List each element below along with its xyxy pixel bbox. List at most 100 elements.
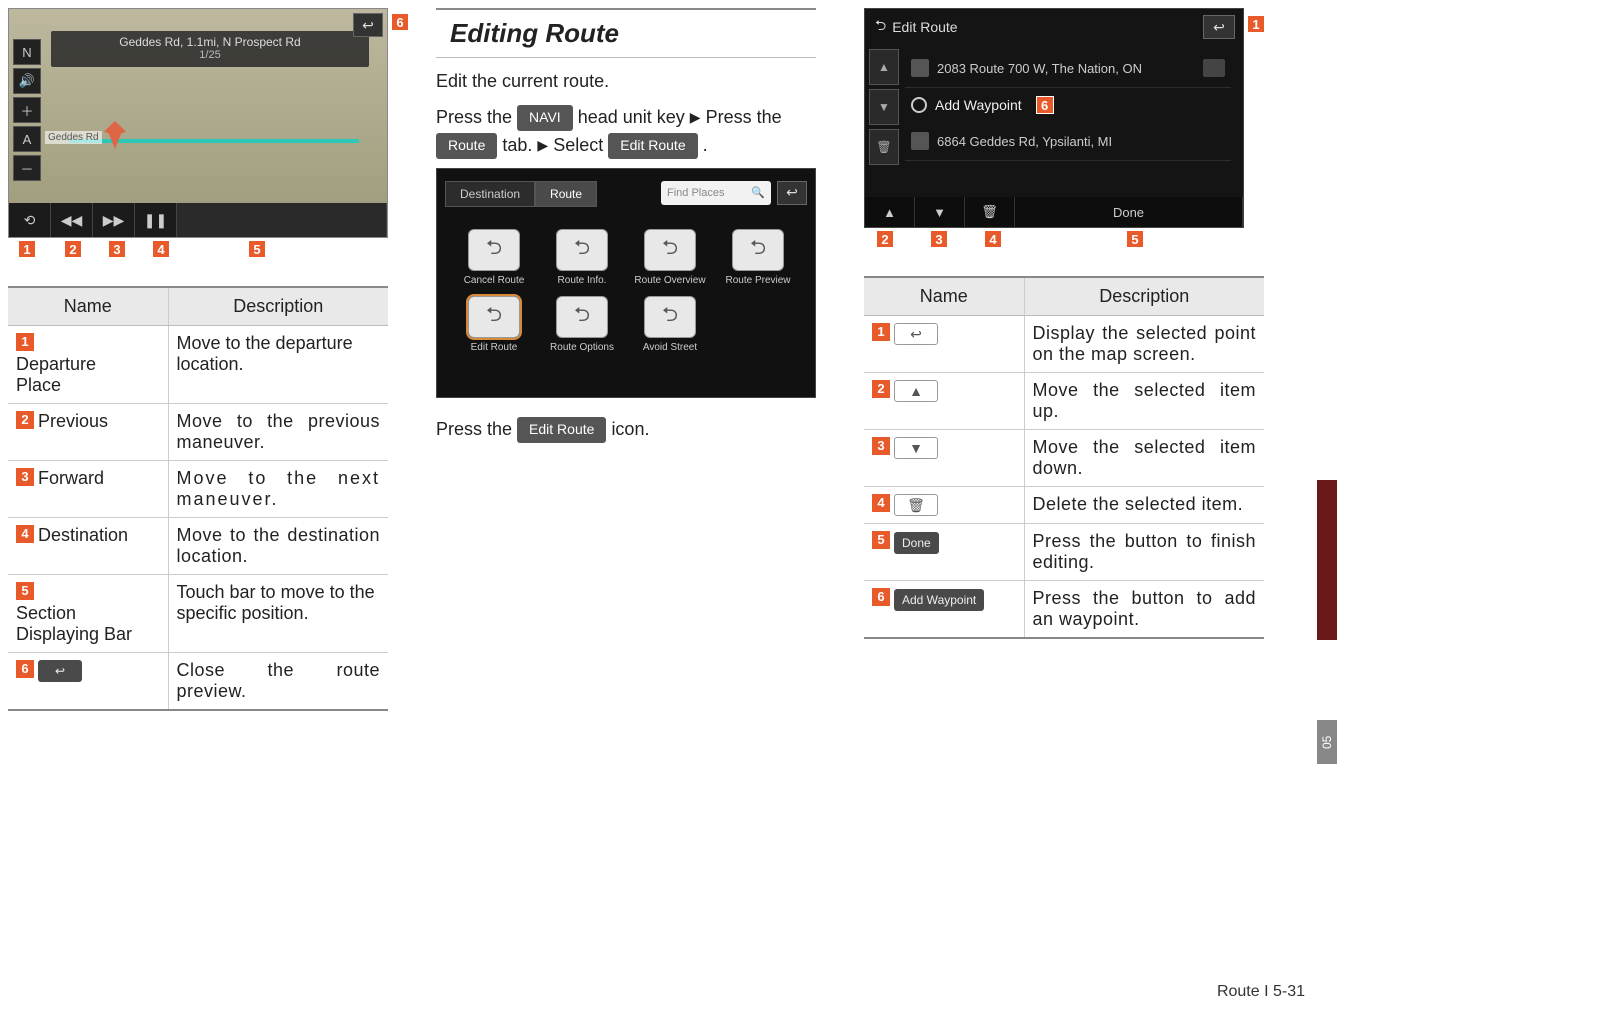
table-row: 1Departure Place Move to the departure l…: [8, 326, 388, 404]
route-info-item[interactable]: ⮌Route Info.: [545, 229, 619, 286]
table-row: 6Add Waypoint Press the button to add an…: [864, 581, 1264, 639]
avoid-street-item[interactable]: ⮌Avoid Street: [633, 296, 707, 353]
display-on-map-button[interactable]: ↩: [1203, 15, 1235, 39]
th-desc: Description: [1024, 277, 1264, 316]
flag-icon: [911, 132, 929, 150]
tab-destination[interactable]: Destination: [445, 181, 535, 207]
table-row: 5Section Displaying Bar Touch bar to mov…: [8, 575, 388, 653]
column-3: ⮌ Edit Route ↩ 1 ▲ ▼ 🗑 2083 Route 700 W,…: [864, 8, 1264, 711]
map-info-line1: Geddes Rd, 1.1mi, N Prospect Rd: [55, 35, 365, 49]
route-overview-item[interactable]: ⮌Route Overview: [633, 229, 707, 286]
map-info-banner: Geddes Rd, 1.1mi, N Prospect Rd 1/25: [51, 31, 369, 67]
auto-zoom-button[interactable]: A: [13, 126, 41, 152]
chapter-tab: [1317, 480, 1337, 640]
row-desc: Close the route preview.: [168, 653, 388, 711]
map-icon: [1203, 59, 1225, 77]
delete-bottom[interactable]: 🗑: [965, 197, 1015, 227]
row-name: Previous: [38, 411, 108, 432]
intro-text: Edit the current route.: [436, 68, 816, 96]
back-button[interactable]: ↩: [777, 181, 807, 205]
find-places-search[interactable]: Find Places 🔍: [661, 181, 771, 205]
table-row: 2▲ Move the selected item up.: [864, 373, 1264, 430]
route-options-grid: ⮌Cancel Route ⮌Route Info. ⮌Route Overvi…: [457, 229, 795, 353]
preview-controls-bar: ⟲ ◀◀ ▶▶ ❚❚: [9, 203, 387, 237]
table-row: 2Previous Move to the previous maneuver.: [8, 404, 388, 461]
edit-route-title-icon: ⮌: [875, 15, 886, 39]
edit-route-key: Edit Route: [608, 133, 697, 159]
add-waypoint-button[interactable]: Add Waypoint 6: [905, 88, 1231, 122]
down-arrow-icon: ▼: [894, 437, 938, 459]
callout-6: 6: [1036, 96, 1054, 114]
row-name: Section Displaying Bar: [16, 603, 146, 645]
row-badge: 6: [872, 588, 890, 606]
row-badge: 3: [16, 468, 34, 486]
return-icon: ↩: [894, 323, 938, 345]
compass-button[interactable]: N: [13, 39, 41, 65]
departure-button[interactable]: ⟲: [9, 203, 51, 237]
map-side-buttons: N 🔊 ＋ A －: [13, 39, 41, 181]
table-row: 4🗑 Delete the selected item.: [864, 487, 1264, 524]
move-down-bottom[interactable]: ▼: [915, 197, 965, 227]
destination-button[interactable]: ❚❚: [135, 203, 177, 237]
move-up-bottom[interactable]: ▲: [865, 197, 915, 227]
zoom-out-button[interactable]: －: [13, 155, 41, 181]
tab-route[interactable]: Route: [535, 181, 597, 207]
table-row: 4Destination Move to the destination loc…: [8, 518, 388, 575]
row-name: Destination: [38, 525, 128, 546]
road-label: Geddes Rd: [45, 131, 102, 144]
row-badge: 6: [16, 660, 34, 678]
row-name: Forward: [38, 468, 104, 489]
move-down-button[interactable]: ▼: [869, 89, 899, 125]
section-title: Editing Route: [436, 16, 816, 58]
th-desc: Description: [168, 287, 388, 326]
preview-controls-table: Name Description 1Departure Place Move t…: [8, 286, 388, 711]
cancel-route-item[interactable]: ⮌Cancel Route: [457, 229, 531, 286]
edit-route-screenshot: ⮌ Edit Route ↩ 1 ▲ ▼ 🗑 2083 Route 700 W,…: [864, 8, 1244, 228]
close-preview-button[interactable]: ↩: [353, 13, 383, 37]
edit-route-icon: ⮌: [468, 296, 520, 338]
row-badge: 3: [872, 437, 890, 455]
waypoint-row[interactable]: 2083 Route 700 W, The Nation, ON: [905, 49, 1231, 88]
delete-button[interactable]: 🗑: [869, 129, 899, 165]
section-displaying-bar[interactable]: [177, 203, 387, 237]
sound-button[interactable]: 🔊: [13, 68, 41, 94]
move-up-button[interactable]: ▲: [869, 49, 899, 85]
callout-3: 3: [930, 230, 948, 248]
previous-button[interactable]: ◀◀: [51, 203, 93, 237]
flag-icon: [911, 59, 929, 77]
page-footer: Route I 5-31: [1217, 983, 1305, 1001]
edit-route-item[interactable]: ⮌Edit Route: [457, 296, 531, 353]
zoom-in-button[interactable]: ＋: [13, 97, 41, 123]
plus-icon: [911, 97, 927, 113]
instruction-line: Press the NAVI head unit key ▶ Press the…: [436, 104, 816, 160]
row-desc: Press the button to finish editing.: [1024, 524, 1264, 581]
route-options-item[interactable]: ⮌Route Options: [545, 296, 619, 353]
edit-bottom-bar: ▲ ▼ 🗑 Done: [865, 197, 1243, 227]
route-preview-item[interactable]: ⮌Route Preview: [721, 229, 795, 286]
cancel-route-icon: ⮌: [468, 229, 520, 271]
waypoint-row[interactable]: 6864 Geddes Rd, Ypsilanti, MI: [905, 122, 1231, 161]
row-desc: Move to the destination location.: [168, 518, 388, 575]
table-row: 1↩ Display the selected point on the map…: [864, 316, 1264, 373]
callout-row-col1: 1 2 3 4 5: [8, 240, 388, 262]
row-desc: Move to the next maneuver.: [168, 461, 388, 518]
waypoint-list: 2083 Route 700 W, The Nation, ON Add Way…: [905, 49, 1231, 161]
return-icon: ↩: [38, 660, 82, 682]
section-title-wrap: Editing Route: [436, 8, 816, 58]
th-name: Name: [8, 287, 168, 326]
callout-row-col3: 2 3 4 5: [864, 230, 1264, 252]
table-row: 6↩ Close the route preview.: [8, 653, 388, 711]
trash-icon: 🗑: [894, 494, 938, 516]
forward-button[interactable]: ▶▶: [93, 203, 135, 237]
column-1: N 🔊 ＋ A － Geddes Rd, 1.1mi, N Prospect R…: [8, 8, 388, 711]
edit-side-buttons: ▲ ▼ 🗑: [869, 49, 899, 165]
row-desc: Move the selected item up.: [1024, 373, 1264, 430]
row-desc: Press the button to add an waypoint.: [1024, 581, 1264, 639]
row-badge: 1: [16, 333, 34, 351]
row-badge: 2: [16, 411, 34, 429]
press-edit-route-text: Press the Edit Route icon.: [436, 416, 816, 444]
done-button[interactable]: Done: [1015, 197, 1243, 227]
callout-2: 2: [64, 240, 82, 258]
route-overview-icon: ⮌: [644, 229, 696, 271]
table-row: 5Done Press the button to finish editing…: [864, 524, 1264, 581]
